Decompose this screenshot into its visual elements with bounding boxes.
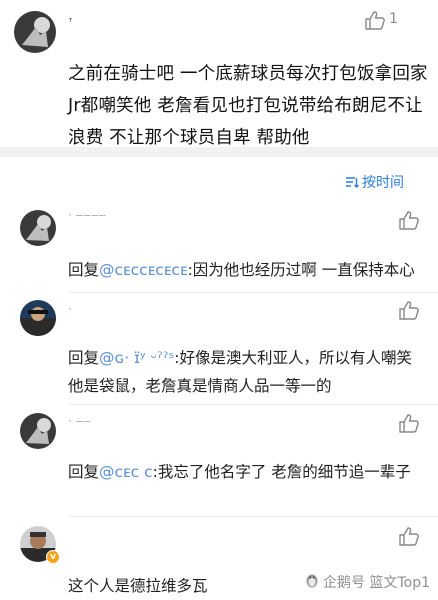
like-count: 1 xyxy=(389,11,398,27)
username-blur[interactable]: · xyxy=(68,302,72,316)
section-divider xyxy=(0,147,438,157)
separator xyxy=(68,404,438,405)
thumbs-up-icon[interactable] xyxy=(364,10,386,30)
username-blur[interactable]: · ‒‒ xyxy=(68,414,91,428)
watermark: 企鹅号 篮文Top1 xyxy=(305,572,430,592)
mention-link[interactable]: @ᴄᴇᴄᴄᴇᴄᴇᴄᴇ xyxy=(99,261,188,279)
mention-link[interactable]: @ɢ· ɪ̈ʸ ᵕˀˀˢ xyxy=(99,349,174,367)
thumbs-up-icon[interactable] xyxy=(398,300,420,320)
comment-text: 之前在骑士吧 一个底薪球员每次打包饭拿回家 Jr都嘲笑他 老詹看见也打包说带给布… xyxy=(68,64,428,148)
penguin-icon xyxy=(305,572,319,592)
verified-badge-icon: v xyxy=(46,550,60,564)
thumbs-up-icon[interactable] xyxy=(398,413,420,433)
avatar[interactable] xyxy=(20,210,56,246)
username[interactable]: ᐪ xyxy=(68,16,73,30)
separator xyxy=(68,292,438,293)
reply-text: 回复@ɢ· ɪ̈ʸ ᵕˀˀˢ:好像是澳大利亚人，所以有人嘲笑他是袋鼠，老詹真是情… xyxy=(68,349,412,395)
watermark-text: 企鹅号 篮文Top1 xyxy=(323,575,430,591)
thumbs-up-icon[interactable] xyxy=(398,526,420,546)
mention-link[interactable]: @ᴄᴇᴄ ᴄ xyxy=(99,463,153,481)
avatar[interactable] xyxy=(20,413,56,449)
thumbs-up-icon[interactable] xyxy=(398,210,420,230)
avatar[interactable] xyxy=(20,300,56,336)
reply-text: 回复@ᴄᴇᴄᴄᴇᴄᴇᴄᴇ:因为他也经历过啊 一直保持本心 xyxy=(68,261,415,279)
separator xyxy=(68,516,438,517)
sort-label: 按时间 xyxy=(362,175,404,191)
reply-text: 回复@ᴄᴇᴄ ᴄ:我忘了他名字了 老詹的细节追一辈子 xyxy=(68,463,411,481)
username-blur[interactable]: · ‒‒‒‒ xyxy=(68,208,106,222)
avatar[interactable] xyxy=(14,11,56,53)
sort-button[interactable]: 按时间 xyxy=(345,172,404,192)
sort-icon xyxy=(345,176,359,188)
